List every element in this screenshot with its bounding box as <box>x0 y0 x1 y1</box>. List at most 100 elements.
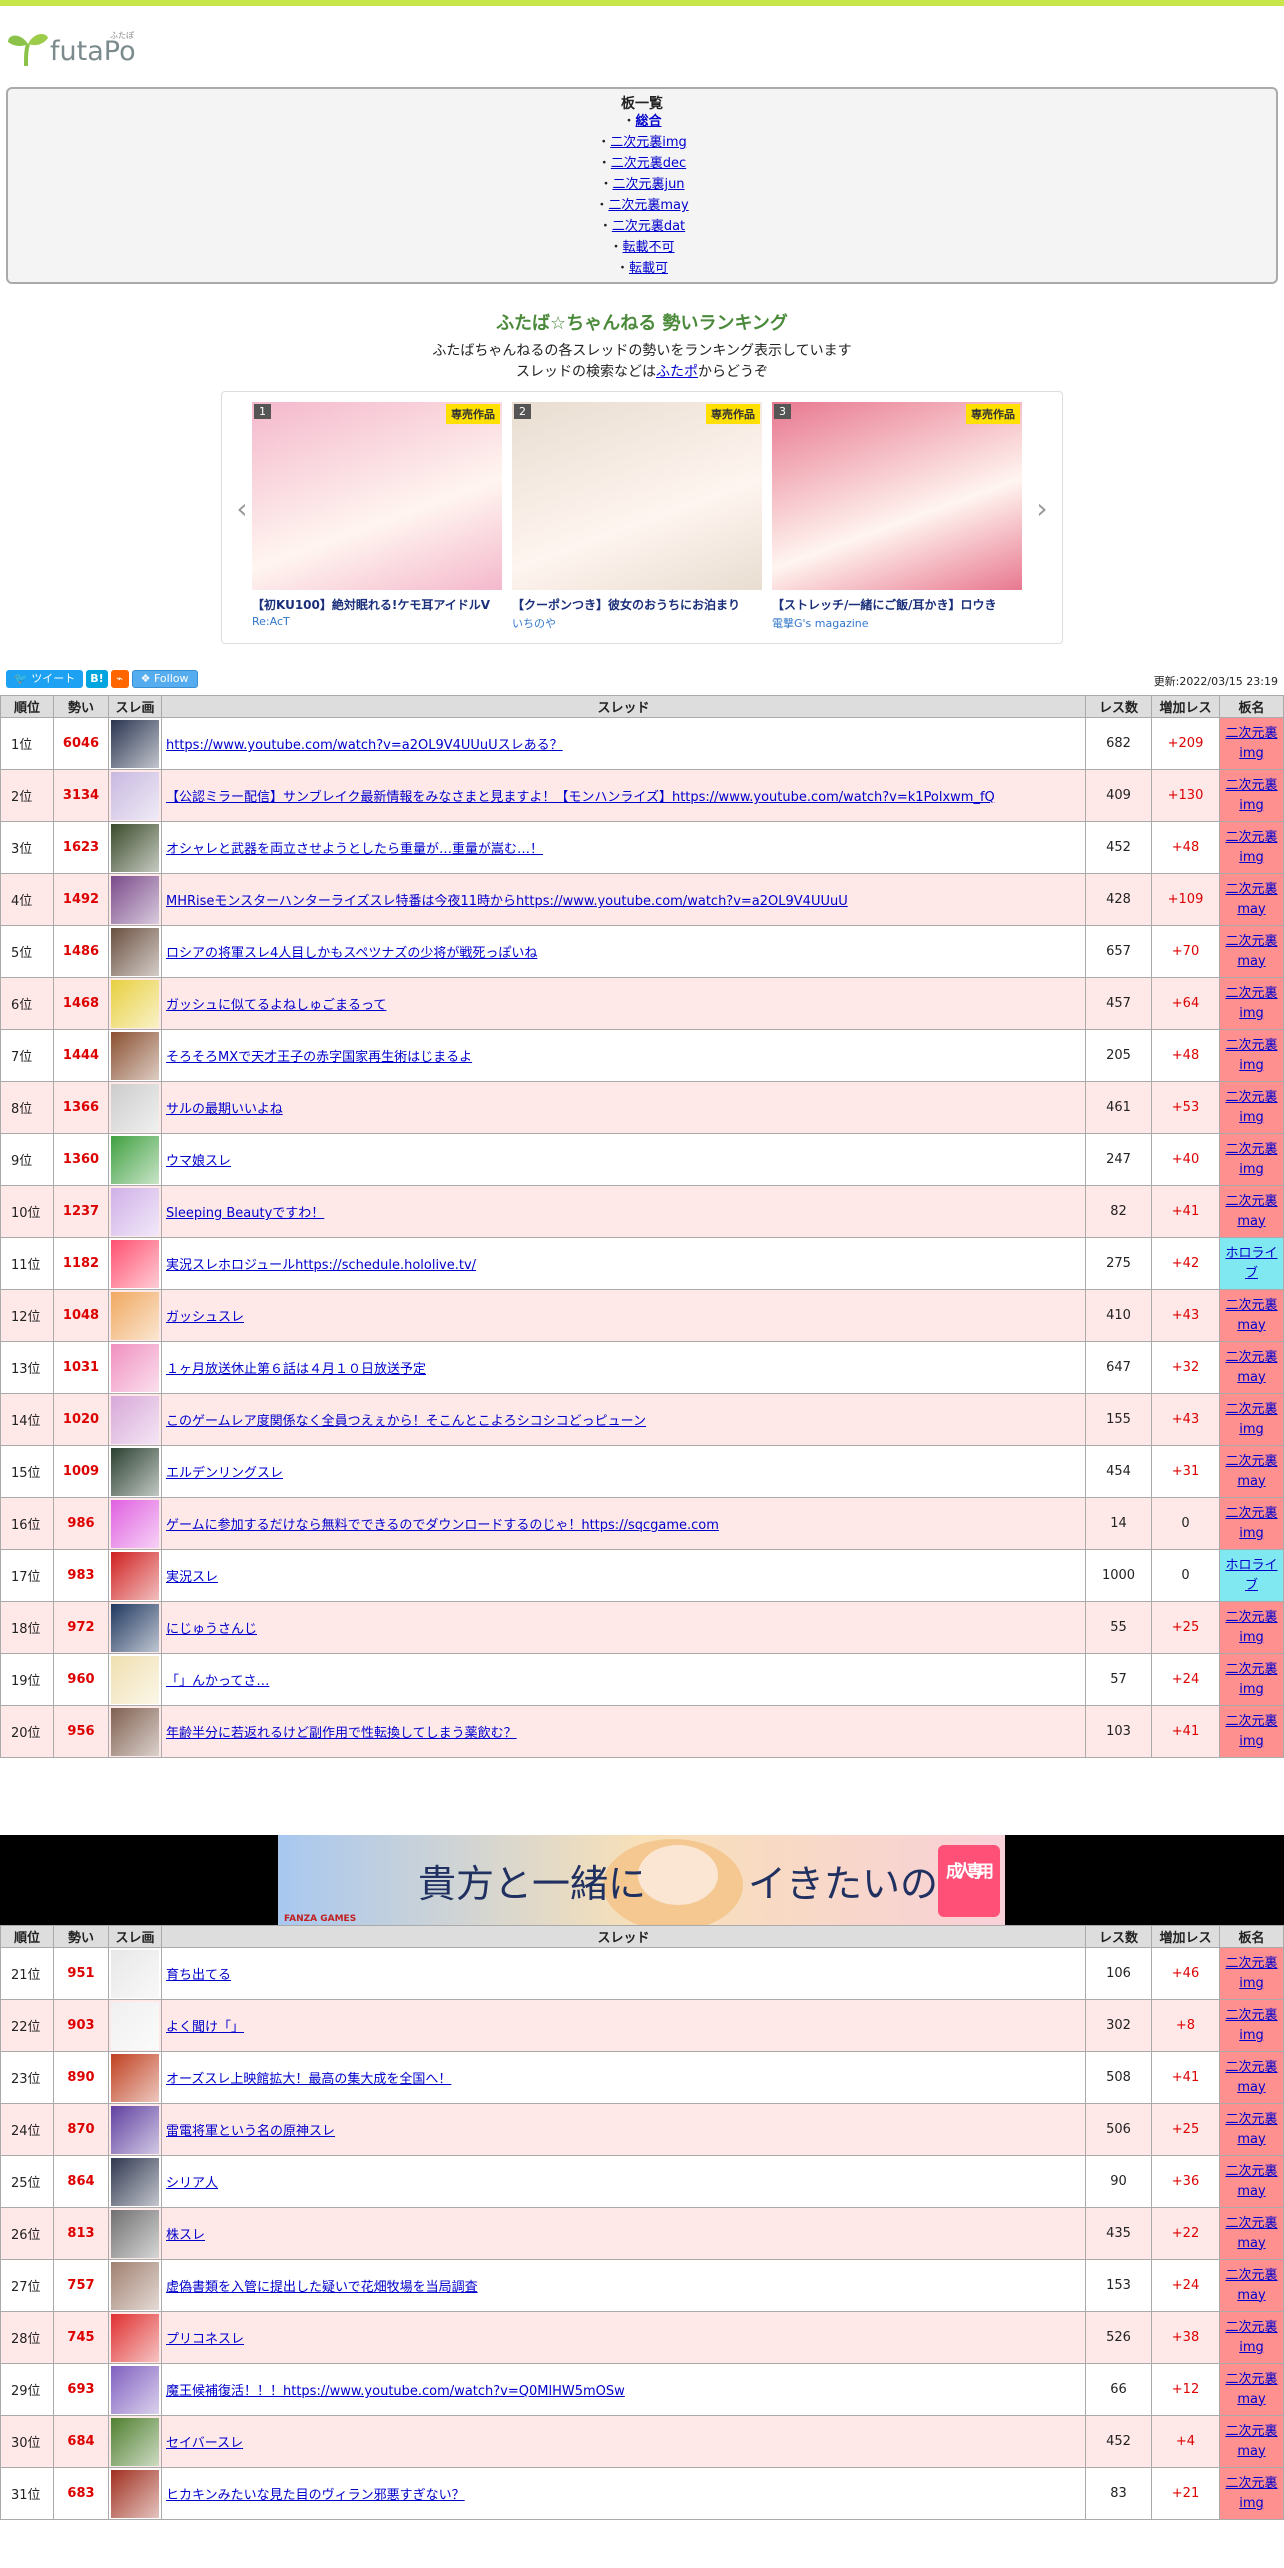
tweet-button[interactable]: 🐦 ツイート <box>6 670 84 688</box>
thread-link[interactable]: ガッシュスレ <box>166 1310 244 1325</box>
thread-link[interactable]: よく聞け「」 <box>166 2020 244 2035</box>
thread-thumbnail[interactable] <box>111 1083 159 1132</box>
board-name-link[interactable]: 二次元裏img <box>1225 1714 1277 1749</box>
board-name-link[interactable]: 二次元裏may <box>1225 934 1277 969</box>
thread-link[interactable]: ゲームに参加するだけなら無料でできるのでダウンロードするのじゃ！https://… <box>166 1518 719 1533</box>
carousel-next-button[interactable]: › <box>1030 492 1054 525</box>
carousel-prev-button[interactable]: ‹ <box>230 492 254 525</box>
board-link[interactable]: 二次元裏img <box>610 135 687 150</box>
thread-thumbnail[interactable] <box>111 1949 159 1998</box>
thread-link[interactable]: プリコネスレ <box>166 2332 244 2347</box>
carousel-card[interactable]: 3 専売作品【ストレッチ/一緒にご飯/耳かき】ロウき 電撃G's magazine <box>772 402 1022 631</box>
thread-thumbnail[interactable] <box>111 1291 159 1340</box>
thread-thumbnail[interactable] <box>111 2001 159 2050</box>
board-name-link[interactable]: 二次元裏may <box>1225 2424 1277 2459</box>
thread-link[interactable]: 育ち出てる <box>166 1968 231 1983</box>
rss-icon[interactable]: ⌁ <box>110 670 129 688</box>
thread-link[interactable]: Sleeping Beautyですわ！ <box>166 1206 324 1221</box>
thread-link[interactable]: ガッシュに似てるよねしゅごまるって <box>166 998 386 1013</box>
board-name-link[interactable]: 二次元裏may <box>1225 2216 1277 2251</box>
thread-link[interactable]: 年齢半分に若返れるけど副作用で性転換してしまう薬飲む？ <box>166 1726 517 1741</box>
thread-link[interactable]: 実況スレホロジュールhttps://schedule.hololive.tv/ <box>166 1258 476 1273</box>
board-link[interactable]: 二次元裏may <box>608 198 688 213</box>
thread-link[interactable]: ウマ娘スレ <box>166 1154 231 1169</box>
thread-thumbnail[interactable] <box>111 875 159 924</box>
board-name-link[interactable]: 二次元裏img <box>1225 1038 1277 1073</box>
board-name-link[interactable]: 二次元裏img <box>1225 1142 1277 1177</box>
board-name-link[interactable]: ホロライブ <box>1225 1246 1277 1281</box>
thread-thumbnail[interactable] <box>111 719 159 768</box>
carousel-thumb[interactable]: 3 専売作品 <box>772 402 1022 590</box>
board-name-link[interactable]: 二次元裏img <box>1225 778 1277 813</box>
thread-thumbnail[interactable] <box>111 927 159 976</box>
thread-thumbnail[interactable] <box>111 823 159 872</box>
thread-link[interactable]: 魔王候補復活！！！https://www.youtube.com/watch?v… <box>166 2384 625 2399</box>
carousel-circle[interactable]: Re:AcT <box>252 615 502 628</box>
board-name-link[interactable]: 二次元裏img <box>1225 830 1277 865</box>
thread-thumbnail[interactable] <box>111 2105 159 2154</box>
thread-thumbnail[interactable] <box>111 2313 159 2362</box>
board-name-link[interactable]: 二次元裏img <box>1225 1662 1277 1697</box>
board-name-link[interactable]: 二次元裏may <box>1225 2060 1277 2095</box>
board-name-link[interactable]: 二次元裏img <box>1225 2008 1277 2043</box>
thread-thumbnail[interactable] <box>111 1395 159 1444</box>
board-name-link[interactable]: 二次元裏may <box>1225 2164 1277 2199</box>
thread-link[interactable]: セイバースレ <box>166 2436 243 2451</box>
thread-thumbnail[interactable] <box>111 979 159 1028</box>
thread-link[interactable]: シリア人 <box>166 2176 218 2191</box>
thread-link[interactable]: １ヶ月放送休止第６話は４月１０日放送予定 <box>166 1362 426 1377</box>
board-link[interactable]: 転載不可 <box>623 240 675 255</box>
thread-link[interactable]: オーズスレ上映館拡大！最高の集大成を全国へ！ <box>166 2072 451 2087</box>
carousel-thumb[interactable]: 1 専売作品 <box>252 402 502 590</box>
thread-thumbnail[interactable] <box>111 2157 159 2206</box>
thread-link[interactable]: MHRiseモンスターハンターライズスレ特番は今夜11時からhttps://ww… <box>166 894 848 909</box>
thread-link[interactable]: https://www.youtube.com/watch?v=a2OL9V4U… <box>166 738 563 753</box>
carousel-title[interactable]: 【クーポンつき】彼女のおうちにお泊まり <box>512 596 762 613</box>
carousel-card[interactable]: 1 専売作品【初KU100】絶対眠れる!ケモ耳アイドルV Re:AcT <box>252 402 502 628</box>
board-name-link[interactable]: 二次元裏img <box>1225 1506 1277 1541</box>
thread-link[interactable]: このゲームレア度関係なく全員つえぇから！そこんとこよろシコシコどっピューン <box>166 1414 646 1429</box>
thread-thumbnail[interactable] <box>111 1707 159 1756</box>
thread-link[interactable]: そろそろMXで天才王子の赤字国家再生術はじまるよ <box>166 1050 472 1065</box>
thread-thumbnail[interactable] <box>111 1031 159 1080</box>
site-logo[interactable]: futaPo ふたぽ <box>6 26 146 76</box>
thread-link[interactable]: 株スレ <box>166 2228 205 2243</box>
carousel-title[interactable]: 【初KU100】絶対眠れる!ケモ耳アイドルV <box>252 596 502 613</box>
thread-thumbnail[interactable] <box>111 1655 159 1704</box>
board-link[interactable]: 総合 <box>636 114 662 129</box>
board-name-link[interactable]: 二次元裏img <box>1225 1610 1277 1645</box>
thread-link[interactable]: 虚偽書類を入管に提出した疑いで花畑牧場を当局調査 <box>166 2280 478 2295</box>
thread-link[interactable]: エルデンリングスレ <box>166 1466 283 1481</box>
thread-thumbnail[interactable] <box>111 1187 159 1236</box>
thread-thumbnail[interactable] <box>111 1551 159 1600</box>
board-name-link[interactable]: 二次元裏img <box>1225 2476 1277 2511</box>
board-name-link[interactable]: 二次元裏img <box>1225 1090 1277 1125</box>
thread-thumbnail[interactable] <box>111 2053 159 2102</box>
thread-link[interactable]: ロシアの将軍スレ4人目しかもスペツナズの少将が戦死っぽいね <box>166 946 537 961</box>
board-name-link[interactable]: 二次元裏may <box>1225 1298 1277 1333</box>
carousel-circle[interactable]: 電撃G's magazine <box>772 615 1022 631</box>
carousel-card[interactable]: 2 専売作品【クーポンつき】彼女のおうちにお泊まり いちのや <box>512 402 762 631</box>
carousel-circle[interactable]: いちのや <box>512 615 762 631</box>
thread-link[interactable]: サルの最期いいよね <box>166 1102 283 1117</box>
board-name-link[interactable]: 二次元裏may <box>1225 2268 1277 2303</box>
carousel-title[interactable]: 【ストレッチ/一緒にご飯/耳かき】ロウき <box>772 596 1022 613</box>
board-name-link[interactable]: 二次元裏may <box>1225 1350 1277 1385</box>
thread-thumbnail[interactable] <box>111 1343 159 1392</box>
board-name-link[interactable]: 二次元裏may <box>1225 1454 1277 1489</box>
thread-thumbnail[interactable] <box>111 2469 159 2518</box>
board-name-link[interactable]: 二次元裏may <box>1225 1194 1277 1229</box>
board-name-link[interactable]: 二次元裏img <box>1225 1956 1277 1991</box>
board-link[interactable]: 二次元裏dec <box>611 156 686 171</box>
thread-thumbnail[interactable] <box>111 1499 159 1548</box>
thread-link[interactable]: 実況スレ <box>166 1570 218 1585</box>
thread-thumbnail[interactable] <box>111 1603 159 1652</box>
thread-thumbnail[interactable] <box>111 2417 159 2466</box>
carousel-thumb[interactable]: 2 専売作品 <box>512 402 762 590</box>
futapo-link[interactable]: ふたポ <box>656 364 698 380</box>
board-name-link[interactable]: ホロライブ <box>1225 1558 1277 1593</box>
board-name-link[interactable]: 二次元裏img <box>1225 726 1277 761</box>
board-link[interactable]: 転載可 <box>629 261 668 276</box>
thread-link[interactable]: 雷電将軍という名の原神スレ <box>166 2124 335 2139</box>
thread-thumbnail[interactable] <box>111 2209 159 2258</box>
